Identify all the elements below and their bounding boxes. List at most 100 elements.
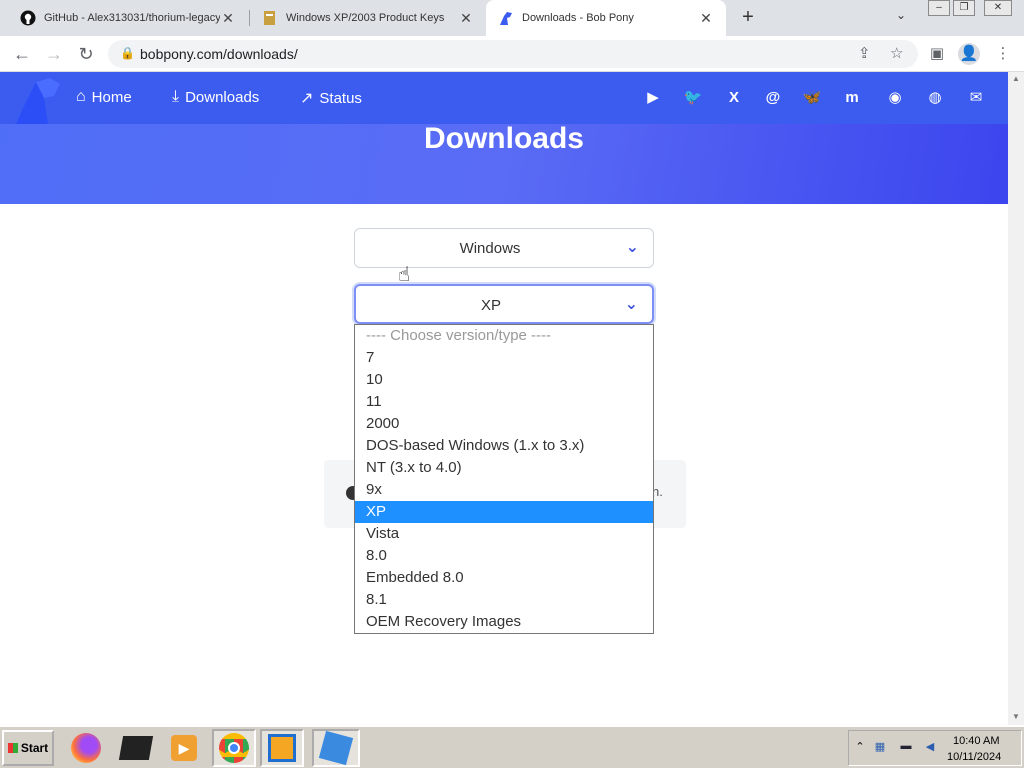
nav-home-label: Home: [91, 88, 132, 106]
lock-icon: 🔒: [120, 46, 135, 60]
bobpony-icon: [498, 10, 514, 26]
tab-close-icon[interactable]: ✕: [698, 10, 714, 27]
virtualbox-icon: [268, 734, 296, 762]
github-icon[interactable]: ◍: [925, 89, 945, 107]
media-player-taskbar-button[interactable]: ▶: [162, 729, 206, 767]
black-box-icon: [118, 736, 154, 760]
restore-button[interactable]: ❐: [953, 0, 975, 16]
trend-icon: ↗: [300, 90, 314, 107]
home-icon: ⌂: [76, 88, 86, 105]
bookmark-star-icon[interactable]: ☆: [890, 44, 903, 62]
version-option[interactable]: Vista: [355, 523, 653, 545]
tab-product-keys[interactable]: Windows XP/2003 Product Keys ✕: [250, 0, 486, 36]
nav-downloads-label: Downloads: [185, 88, 260, 106]
chevron-down-icon: ⌄: [625, 239, 639, 256]
clock-time[interactable]: 10:40 AM: [953, 735, 999, 747]
threads-icon[interactable]: @: [763, 89, 783, 107]
version-option[interactable]: 2000: [355, 413, 653, 435]
web-page: ⌂ Home ⤓ Downloads ↗ Status ▶ 🐦 X @ 🦋 m …: [0, 72, 1008, 725]
tab-search-chevron-icon[interactable]: ⌄: [896, 8, 906, 22]
github-icon: [20, 10, 36, 26]
back-arrow-icon[interactable]: ←: [10, 42, 34, 66]
close-window-button[interactable]: ✕: [984, 0, 1012, 16]
version-option-placeholder[interactable]: ---- Choose version/type ----: [355, 325, 653, 347]
version-option[interactable]: 8.1: [355, 589, 653, 611]
nav-downloads[interactable]: ⤓ Downloads: [172, 88, 259, 106]
nav-home[interactable]: ⌂ Home: [76, 88, 132, 106]
browser-toolbar: ← → ↻ 🔒 bobpony.com/downloads/ ⇪ ☆ ▣ 👤 ⋮: [0, 36, 1024, 72]
scroll-up-icon[interactable]: ▲: [1012, 74, 1020, 83]
tab-title: GitHub - Alex313031/thorium-legacy: [44, 12, 220, 24]
side-panel-icon[interactable]: ▣: [926, 43, 948, 65]
start-button[interactable]: Start: [2, 730, 54, 766]
firefox-icon: [71, 733, 101, 763]
bluesky-icon[interactable]: 🦋: [802, 89, 822, 107]
version-option[interactable]: Embedded 8.0: [355, 567, 653, 589]
version-option[interactable]: 8.0: [355, 545, 653, 567]
chevron-down-icon: ⌄: [624, 296, 638, 313]
twitter-icon[interactable]: 🐦: [683, 89, 703, 107]
download-icon: ⤓: [172, 88, 180, 105]
nav-status-label: Status: [319, 89, 362, 107]
x-icon[interactable]: X: [724, 89, 744, 107]
volume-icon[interactable]: ◀: [923, 740, 937, 754]
hero-banner: ⌂ Home ⤓ Downloads ↗ Status ▶ 🐦 X @ 🦋 m …: [0, 72, 1008, 204]
menu-kebab-icon[interactable]: ⋮: [992, 43, 1014, 65]
discord-icon[interactable]: ◉: [885, 89, 905, 107]
scroll-down-icon[interactable]: ▼: [1012, 712, 1020, 721]
new-tab-button[interactable]: +: [736, 6, 760, 30]
mastodon-icon[interactable]: m: [842, 89, 862, 107]
system-tray: ⌃ ▦ ▬ ◀ 10:40 AM 10/11/2024: [848, 730, 1022, 766]
site-navbar: ⌂ Home ⤓ Downloads ↗ Status ▶ 🐦 X @ 🦋 m …: [0, 72, 1008, 124]
url-text[interactable]: bobpony.com/downloads/: [140, 46, 298, 62]
roblox-taskbar-button[interactable]: [312, 729, 360, 767]
start-label: Start: [20, 741, 49, 755]
tray-expand-icon[interactable]: ⌃: [853, 740, 867, 754]
chrome-icon: [219, 733, 249, 763]
page-icon: [262, 10, 278, 26]
clock-date[interactable]: 10/11/2024: [947, 751, 1001, 763]
os-select-value: Windows: [459, 240, 521, 257]
tab-title: Windows XP/2003 Product Keys: [286, 12, 445, 24]
version-dropdown-list: ---- Choose version/type ---- 7 10 11 2000 DO…: [354, 324, 654, 634]
page-scrollbar[interactable]: ▲ ▼: [1008, 72, 1024, 725]
display-icon[interactable]: ▬: [899, 740, 913, 754]
tab-strip: GitHub - Alex313031/thorium-legacy ✕ Win…: [0, 0, 1024, 36]
hand-cursor-icon: ☝: [398, 264, 411, 286]
firefox-taskbar-button[interactable]: [64, 729, 108, 767]
roblox-icon: [318, 730, 354, 766]
version-select-value: XP: [480, 297, 501, 314]
version-option[interactable]: OEM Recovery Images: [355, 611, 653, 633]
taskbar: Start ▶ ⌃ ▦ ▬ ◀ 10:40 AM 10/11/2024: [0, 725, 1024, 768]
version-option[interactable]: 10: [355, 369, 653, 391]
version-option[interactable]: 9x: [355, 479, 653, 501]
tab-downloads[interactable]: Downloads - Bob Pony ✕: [486, 0, 726, 36]
forward-arrow-icon[interactable]: →: [42, 42, 66, 66]
terminal-taskbar-button[interactable]: [114, 729, 158, 767]
mail-icon[interactable]: ✉: [966, 89, 986, 107]
version-option[interactable]: NT (3.x to 4.0): [355, 457, 653, 479]
bobpony-logo[interactable]: [14, 76, 64, 124]
version-option[interactable]: 11: [355, 391, 653, 413]
tab-github[interactable]: GitHub - Alex313031/thorium-legacy ✕: [8, 0, 248, 36]
tab-close-icon[interactable]: ✕: [458, 10, 474, 27]
profile-avatar-icon[interactable]: 👤: [958, 43, 980, 65]
reload-icon[interactable]: ↻: [74, 42, 98, 66]
nav-status[interactable]: ↗ Status: [300, 88, 362, 108]
address-bar[interactable]: 🔒 bobpony.com/downloads/ ⇪ ☆: [108, 40, 918, 68]
minimize-button[interactable]: –: [928, 0, 950, 16]
virtualbox-taskbar-button[interactable]: [260, 729, 304, 767]
tab-title: Downloads - Bob Pony: [522, 12, 634, 24]
page-title: Downloads: [423, 122, 584, 155]
network-icon[interactable]: ▦: [873, 740, 887, 754]
tab-close-icon[interactable]: ✕: [220, 10, 236, 27]
version-option[interactable]: 7: [355, 347, 653, 369]
version-option[interactable]: XP: [355, 501, 653, 523]
media-player-icon: ▶: [171, 735, 197, 761]
chrome-taskbar-button[interactable]: [212, 729, 256, 767]
windows-flag-icon: [7, 743, 18, 753]
youtube-icon[interactable]: ▶: [643, 89, 663, 107]
share-icon[interactable]: ⇪: [858, 44, 871, 62]
version-select[interactable]: XP ⌄: [354, 284, 654, 324]
version-option[interactable]: DOS-based Windows (1.x to 3.x): [355, 435, 653, 457]
